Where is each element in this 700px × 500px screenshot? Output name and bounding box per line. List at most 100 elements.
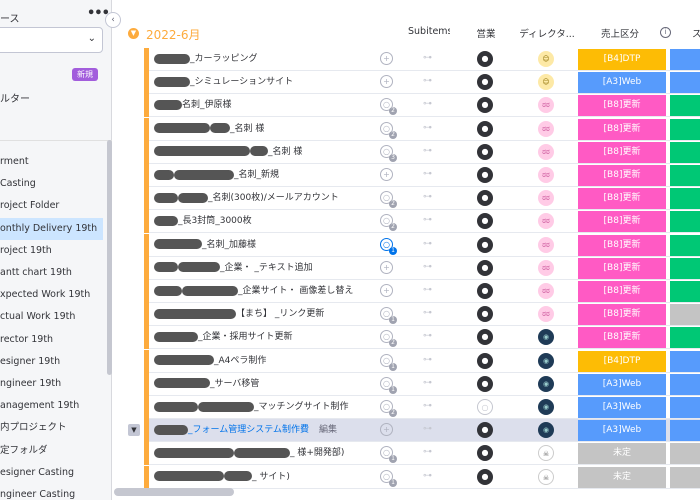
- category-status[interactable]: [A3]Web: [578, 420, 666, 442]
- category-status[interactable]: [B8]更新: [578, 304, 666, 326]
- director-avatar[interactable]: ಠಠ: [538, 167, 554, 183]
- sidebar-item[interactable]: esigner Casting: [0, 462, 103, 484]
- category-status[interactable]: [B4]DTP: [578, 49, 666, 70]
- group-title[interactable]: 2022-6月: [146, 26, 201, 43]
- status-cell[interactable]: [670, 72, 700, 94]
- subitems-icon[interactable]: ⊶: [423, 123, 432, 133]
- subitems-icon[interactable]: ⊶: [423, 471, 432, 481]
- category-status[interactable]: [B8]更新: [578, 327, 666, 349]
- category-status[interactable]: [B8]更新: [578, 165, 666, 186]
- category-status[interactable]: [B8]更新: [578, 211, 666, 233]
- updates-icon[interactable]: +: [380, 168, 393, 181]
- subitems-icon[interactable]: ⊶: [423, 215, 432, 225]
- status-cell[interactable]: [670, 304, 700, 326]
- category-status[interactable]: [B8]更新: [578, 95, 666, 117]
- table-row[interactable]: _マッチングサイト制作 ○ 2 ⊶ ○ ◉ [A3]Web: [144, 396, 700, 419]
- table-row[interactable]: _長3封筒_3000枚 ○ 2 ⊶ ● ಠಠ [B8]更新: [144, 210, 700, 234]
- filter-button[interactable]: ルター: [0, 90, 30, 105]
- status-cell[interactable]: [670, 443, 700, 465]
- sales-avatar[interactable]: ●: [477, 167, 493, 183]
- director-avatar[interactable]: ಠಠ: [538, 143, 554, 160]
- subitems-icon[interactable]: ⊶: [423, 76, 432, 86]
- director-avatar[interactable]: ಠಠ: [538, 120, 554, 137]
- updates-icon[interactable]: +: [380, 284, 393, 297]
- sales-avatar[interactable]: ●: [477, 375, 493, 392]
- category-status[interactable]: [B8]更新: [578, 234, 666, 256]
- sidebar-item[interactable]: rector 19th: [0, 329, 103, 351]
- item-name[interactable]: _企業・ _テキスト追加: [154, 257, 376, 280]
- table-row[interactable]: _ サイト) ○ 1 ⊶ ● ☠ 未定: [144, 465, 700, 489]
- table-row[interactable]: _名刺_加藤様 ○ 1 ⊶ ● ಠಠ [B8]更新: [144, 233, 700, 257]
- director-avatar[interactable]: ಠಠ: [538, 236, 554, 253]
- sales-avatar[interactable]: ●: [477, 352, 493, 369]
- table-row[interactable]: _名刺_新規 + ⊶ ● ಠಠ [B8]更新: [144, 164, 700, 187]
- updates-icon[interactable]: +: [380, 423, 393, 437]
- updates-icon[interactable]: +: [380, 260, 393, 274]
- table-row[interactable]: _サーバ移管 ○ 1 ⊶ ● ◉ [A3]Web: [144, 372, 700, 396]
- item-name[interactable]: 名刺_伊原様: [154, 94, 376, 117]
- category-status[interactable]: [B8]更新: [578, 257, 666, 279]
- sidebar-item[interactable]: onthly Delivery 19th: [0, 217, 103, 240]
- item-name[interactable]: _ 様+開発部): [154, 442, 376, 465]
- info-icon[interactable]: i: [660, 27, 671, 38]
- sidebar-item[interactable]: ctual Work 19th: [0, 306, 103, 328]
- status-cell[interactable]: [670, 327, 700, 349]
- workspace-select[interactable]: ⌄: [0, 27, 103, 53]
- status-cell[interactable]: [670, 165, 700, 186]
- item-name[interactable]: _A4ペラ制作: [154, 350, 376, 373]
- expand-subitems-icon[interactable]: ▼: [128, 424, 140, 437]
- director-avatar[interactable]: ಠಠ: [538, 190, 554, 207]
- status-cell[interactable]: [670, 188, 700, 210]
- status-cell[interactable]: [670, 211, 700, 233]
- sidebar-item[interactable]: esigner 19th: [0, 351, 103, 373]
- item-name[interactable]: _名刺_新規: [154, 164, 376, 187]
- status-cell[interactable]: [670, 281, 700, 302]
- sales-avatar[interactable]: ●: [477, 51, 493, 67]
- subitems-icon[interactable]: ⊶: [423, 424, 432, 434]
- sales-avatar[interactable]: ●: [477, 445, 493, 462]
- subitems-icon[interactable]: ⊶: [423, 355, 432, 365]
- director-avatar[interactable]: ◉: [538, 352, 554, 369]
- item-name[interactable]: _フォーム管理システム制作費 編集: [154, 419, 376, 442]
- sales-avatar[interactable]: ●: [477, 74, 493, 91]
- item-name[interactable]: _企業サイト・ 画像差し替え: [154, 280, 376, 303]
- item-name[interactable]: _名刺_加藤様: [154, 234, 376, 257]
- director-avatar[interactable]: ಠಠ: [538, 213, 554, 230]
- item-name[interactable]: _名刺 様: [154, 141, 376, 164]
- sales-avatar[interactable]: ●: [477, 306, 493, 323]
- sidebar-scrollbar[interactable]: [107, 140, 112, 375]
- category-status[interactable]: [A3]Web: [578, 397, 666, 418]
- horizontal-scrollbar[interactable]: [114, 488, 234, 496]
- updates-icon[interactable]: +: [380, 52, 393, 65]
- sidebar-item[interactable]: xpected Work 19th: [0, 284, 103, 306]
- director-avatar[interactable]: ಠಠ: [538, 283, 554, 299]
- subitems-icon[interactable]: ⊶: [423, 447, 432, 457]
- status-cell[interactable]: [670, 466, 700, 488]
- subitems-icon[interactable]: ⊶: [423, 262, 432, 272]
- sales-avatar[interactable]: ●: [477, 213, 493, 230]
- director-avatar[interactable]: ☺: [538, 51, 554, 67]
- status-cell[interactable]: [670, 350, 700, 372]
- sidebar-item[interactable]: ngineer Casting: [0, 484, 103, 500]
- table-row[interactable]: _フォーム管理システム制作費 編集 + ⊶ ● ◉ [A3]Web ▼: [128, 419, 700, 443]
- category-status[interactable]: [B8]更新: [578, 188, 666, 210]
- director-avatar[interactable]: ಠಠ: [538, 259, 554, 276]
- column-header-subitems[interactable]: Subitems: [408, 26, 450, 37]
- category-status[interactable]: 未定: [578, 443, 666, 465]
- item-name[interactable]: _企業・採用サイト更新: [154, 326, 376, 349]
- edit-link[interactable]: 編集: [319, 425, 337, 435]
- status-cell[interactable]: [670, 118, 700, 140]
- status-cell[interactable]: [670, 373, 700, 395]
- table-row[interactable]: _シミュレーションサイト + ⊶ ● ☺ [A3]Web: [144, 71, 700, 95]
- sidebar-item[interactable]: ngineer 19th: [0, 373, 103, 395]
- sales-avatar[interactable]: ●: [477, 236, 493, 253]
- sidebar-item[interactable]: antt chart 19th: [0, 262, 103, 284]
- item-name[interactable]: _名刺 様: [154, 118, 376, 141]
- item-name[interactable]: _ サイト): [154, 466, 376, 489]
- subitems-icon[interactable]: ⊶: [423, 169, 432, 179]
- table-row[interactable]: _企業サイト・ 画像差し替え + ⊶ ● ಠಠ [B8]更新: [144, 280, 700, 303]
- subitems-icon[interactable]: ⊶: [423, 53, 432, 63]
- subitems-icon[interactable]: ⊶: [423, 285, 432, 295]
- collapse-sidebar-button[interactable]: ‹: [105, 12, 121, 28]
- sidebar-item[interactable]: roject 19th: [0, 240, 103, 262]
